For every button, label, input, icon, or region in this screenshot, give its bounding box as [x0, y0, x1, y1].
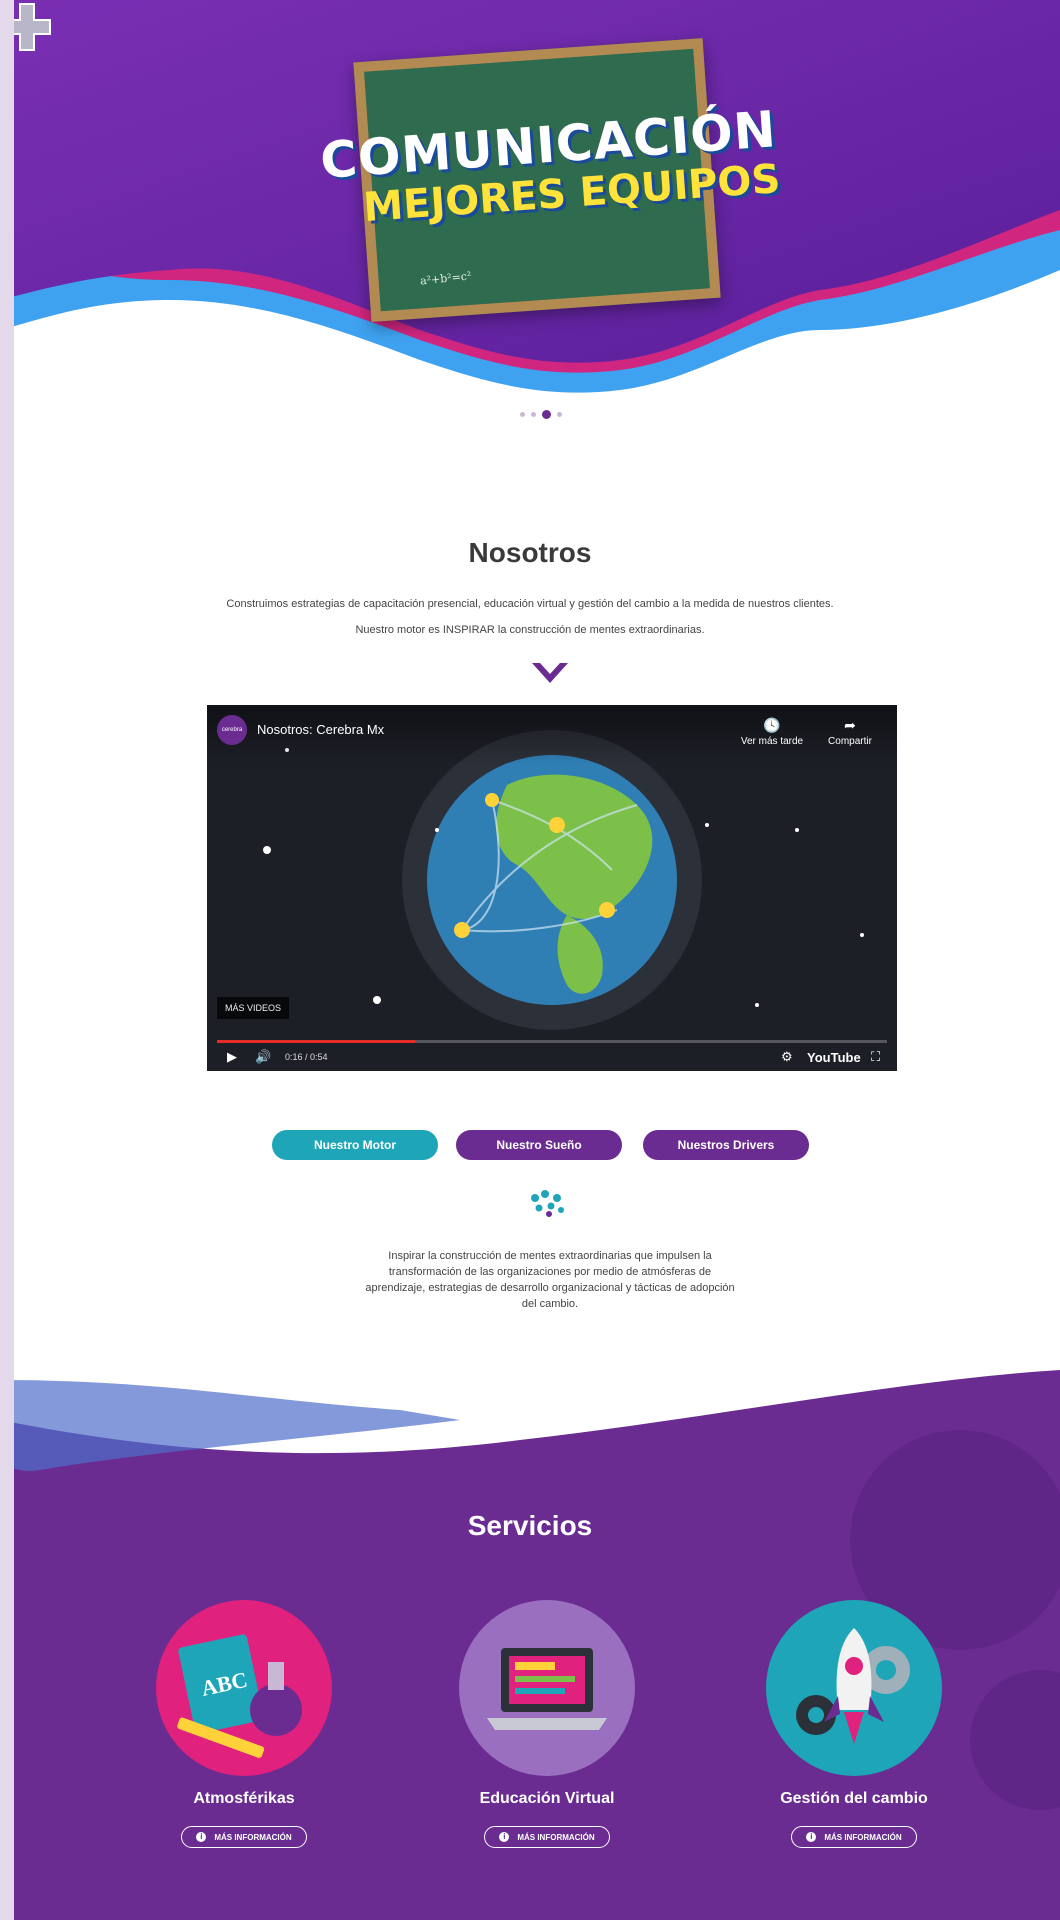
video-progress-bar[interactable] [217, 1040, 887, 1043]
nosotros-paragraph: Construimos estrategias de capacitación … [226, 598, 834, 610]
chevron-down-icon [532, 663, 568, 683]
youtube-logo[interactable]: YouTube [807, 1050, 861, 1065]
service-card-gestion-del-cambio: Gestión del cambio i MÁS INFORMACIÓN [734, 1600, 974, 1848]
share-button[interactable]: ➦ Compartir [815, 717, 885, 747]
more-info-label: MÁS INFORMACIÓN [517, 1832, 595, 1842]
nosotros-paragraph: Nuestro motor es INSPIRAR la construcció… [355, 624, 705, 636]
more-info-button[interactable]: i MÁS INFORMACIÓN [484, 1826, 610, 1848]
more-info-label: MÁS INFORMACIÓN [824, 1832, 902, 1842]
fullscreen-icon[interactable]: ⛶ [871, 1049, 880, 1065]
servicios-title: Servicios [467, 1510, 593, 1541]
service-name: Atmosférikas [193, 1790, 295, 1807]
settings-icon[interactable]: ⚙ [781, 1049, 793, 1065]
slider-dot[interactable] [520, 412, 525, 417]
slider-dot[interactable] [557, 412, 562, 417]
video-title[interactable]: Nosotros: Cerebra Mx [257, 722, 384, 737]
laptop-icon[interactable] [459, 1600, 635, 1776]
rocket-gears-icon[interactable] [766, 1600, 942, 1776]
video-controls: ▶ 🔊 0:16 / 0:54 ⚙ YouTube ⛶ [207, 1045, 897, 1071]
slider-dot[interactable] [531, 412, 536, 417]
more-videos-button[interactable]: MÁS VIDEOS [217, 997, 290, 1019]
watch-later-button[interactable]: 🕓 Ver más tarde [737, 717, 807, 747]
slider-dot-active[interactable] [542, 410, 551, 419]
service-card-educacion-virtual: Educación Virtual i MÁS INFORMACIÓN [427, 1600, 667, 1848]
hero-slider: COMUNICACIÓN MEJORES EQUIPOS a²+b²=c² [0, 0, 1060, 460]
watch-later-label: Ver más tarde [740, 736, 804, 747]
info-icon: i [196, 1832, 207, 1842]
slider-dots [520, 410, 562, 419]
more-info-label: MÁS INFORMACIÓN [214, 1832, 292, 1842]
video-progress-fill [217, 1040, 416, 1043]
more-info-button[interactable]: i MÁS INFORMACIÓN [181, 1826, 307, 1848]
more-info-button[interactable]: i MÁS INFORMACIÓN [791, 1826, 917, 1848]
clock-icon: 🕓 [763, 717, 781, 733]
share-icon: ➦ [844, 717, 856, 733]
tab-nuestro-motor[interactable]: Nuestro Motor [272, 1130, 438, 1160]
video-time: 0:16 / 0:54 [285, 1052, 328, 1062]
info-icon: i [806, 1832, 817, 1842]
tab-nuestro-sueno[interactable]: Nuestro Sueño [456, 1130, 622, 1160]
nosotros-title: Nosotros [468, 537, 592, 568]
channel-avatar[interactable]: cerebra [217, 715, 247, 745]
molecule-icon [531, 1190, 564, 1217]
service-name: Gestión del cambio [780, 1790, 928, 1807]
left-edge-strip [0, 0, 14, 1920]
abc-book-flask-icon[interactable]: ABC [156, 1600, 332, 1776]
video-player[interactable]: cerebra Nosotros: Cerebra Mx 🕓 Ver más t… [207, 705, 897, 1071]
info-icon: i [499, 1832, 510, 1842]
share-label: Compartir [828, 736, 872, 747]
tab-content-text: Inspirar la construcción de mentes extra… [365, 1250, 735, 1310]
service-card-atmosferikas: ABC Atmosférikas i MÁS INFORMACIÓN [124, 1600, 364, 1848]
tab-nuestros-drivers[interactable]: Nuestros Drivers [643, 1130, 809, 1160]
service-name: Educación Virtual [479, 1790, 615, 1807]
play-icon[interactable]: ▶ [227, 1049, 237, 1065]
volume-icon[interactable]: 🔊 [255, 1049, 271, 1065]
